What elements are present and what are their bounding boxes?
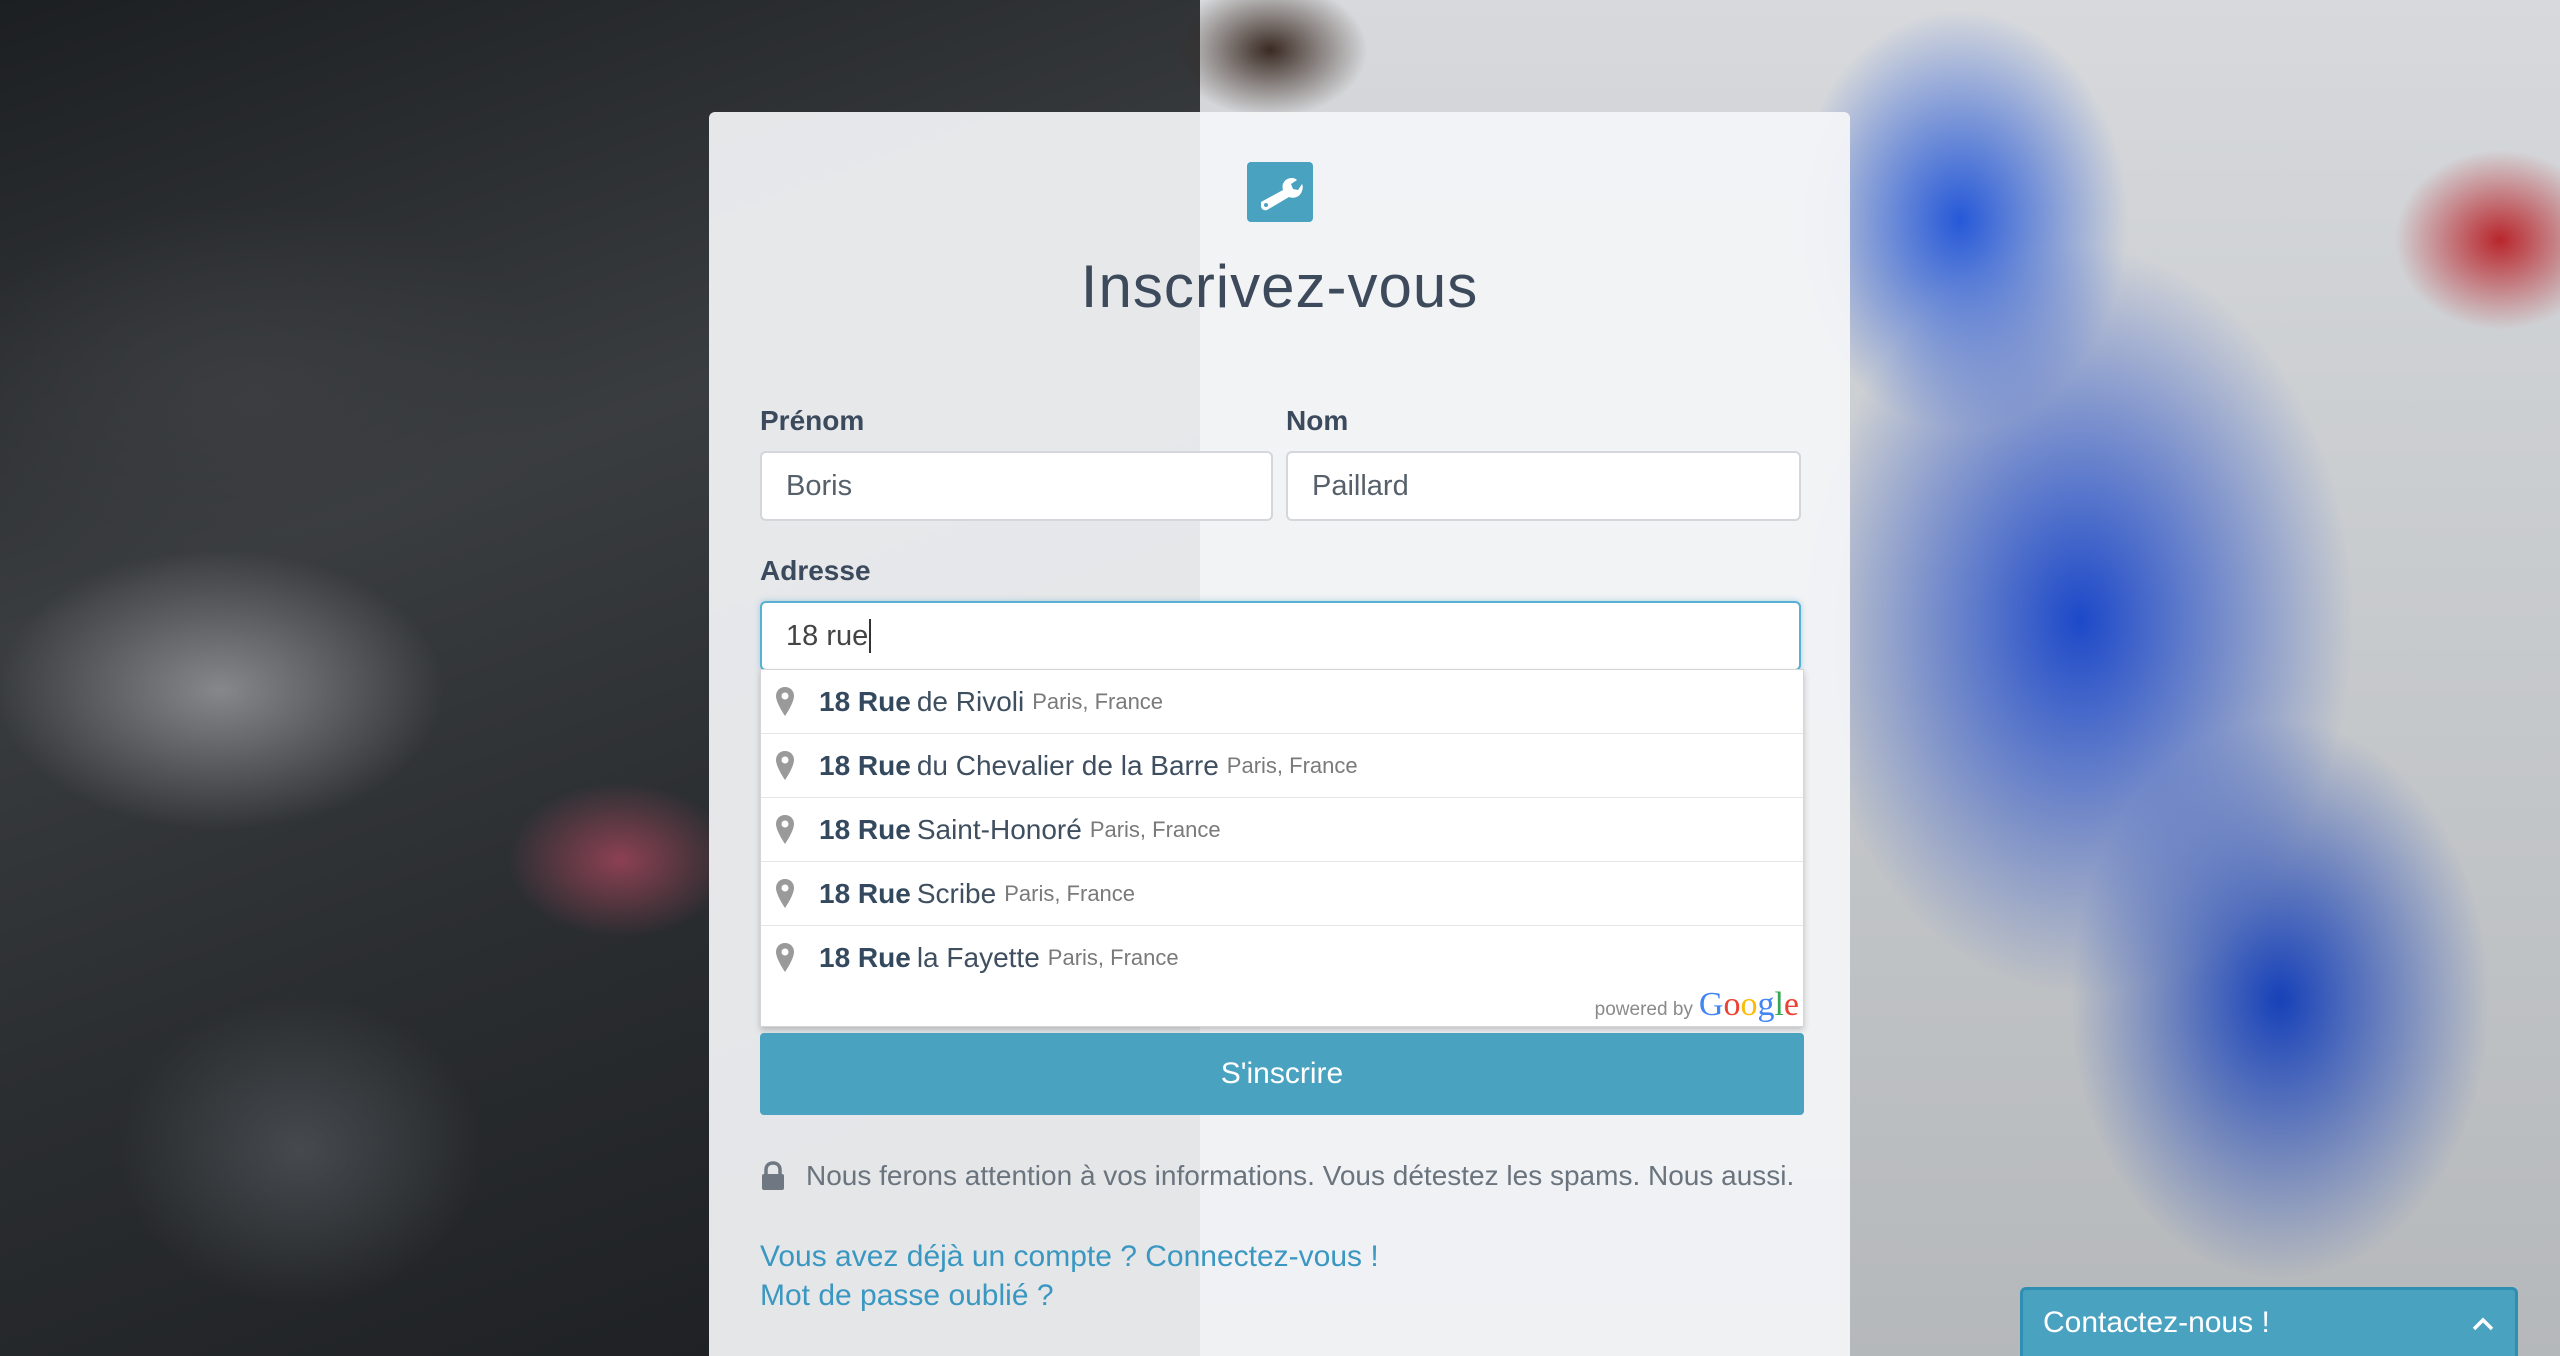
map-pin-icon [773,877,797,911]
suggestion-match: 18 Rue [819,813,911,845]
suggestion-match: 18 Rue [819,685,911,717]
suggestion-secondary: Paris, France [1004,880,1136,906]
map-pin-icon [773,813,797,847]
lock-icon [760,1161,786,1191]
privacy-text: Nous ferons attention à vos informations… [806,1160,1795,1191]
suggestion-match: 18 Rue [819,942,911,973]
address-value: 18 rue [786,619,869,652]
suggestion-secondary: Paris, France [1089,816,1221,842]
suggestion-match: 18 Rue [819,749,911,781]
address-autocomplete-dropdown: 18 Rue de Rivoli Paris, France 18 Rue du… [760,669,1804,1027]
chevron-up-icon[interactable] [2471,1306,2495,1340]
powered-by-text: powered by [1594,999,1693,1020]
map-pin-icon [773,749,797,783]
google-logo: Google [1698,986,1799,1023]
contact-widget[interactable]: Contactez-nous ! [2020,1287,2518,1356]
autocomplete-item[interactable]: 18 Rue Scribe Paris, France [761,862,1803,926]
autocomplete-item[interactable]: 18 Rue la Fayette Paris, France [761,926,1803,990]
suggestion-main: du Chevalier de la Barre [916,749,1219,781]
suggestion-secondary: Paris, France [1226,752,1358,778]
autocomplete-item[interactable]: 18 Rue du Chevalier de la Barre Paris, F… [761,734,1803,798]
text-caret [869,619,872,653]
address-label: Adresse [760,555,871,586]
signup-card: Inscrivez-vous Prénom Boris Nom Paillard… [709,112,1850,1356]
privacy-notice: Nous ferons attention à vos informations… [760,1160,1794,1192]
suggestion-secondary: Paris, France [1032,688,1164,714]
red-car-image [2380,120,2560,380]
page-title: Inscrivez-vous [1080,253,1479,320]
contact-widget-label: Contactez-nous ! [2043,1306,2270,1339]
firstname-field[interactable]: Boris [760,451,1273,521]
suggestion-main: la Fayette [916,942,1040,973]
map-pin-icon [773,941,797,975]
suggestion-main: Scribe [916,877,997,909]
suggestion-main: Saint-Honoré [916,813,1082,845]
suggestion-main: de Rivoli [916,685,1025,717]
suggestion-match: 18 Rue [819,877,911,909]
login-link[interactable]: Vous avez déjà un compte ? Connectez-vou… [760,1240,1379,1274]
autocomplete-item[interactable]: 18 Rue de Rivoli Paris, France [761,670,1803,734]
lastname-field[interactable]: Paillard [1286,451,1801,521]
map-pin-icon [773,685,797,719]
address-field[interactable]: 18 rue [760,601,1801,671]
lastname-value: Paillard [1312,469,1409,502]
wrench-icon [1247,162,1313,222]
lastname-label: Nom [1286,405,1349,436]
firstname-value: Boris [786,469,853,502]
autocomplete-item[interactable]: 18 Rue Saint-Honoré Paris, France [761,798,1803,862]
forgot-password-link[interactable]: Mot de passe oublié ? [760,1279,1054,1313]
suggestion-secondary: Paris, France [1047,945,1179,970]
signup-button[interactable]: S'inscrire [760,1033,1804,1115]
firstname-label: Prénom [760,405,865,436]
powered-by-google: powered by Google [1595,986,1799,1024]
